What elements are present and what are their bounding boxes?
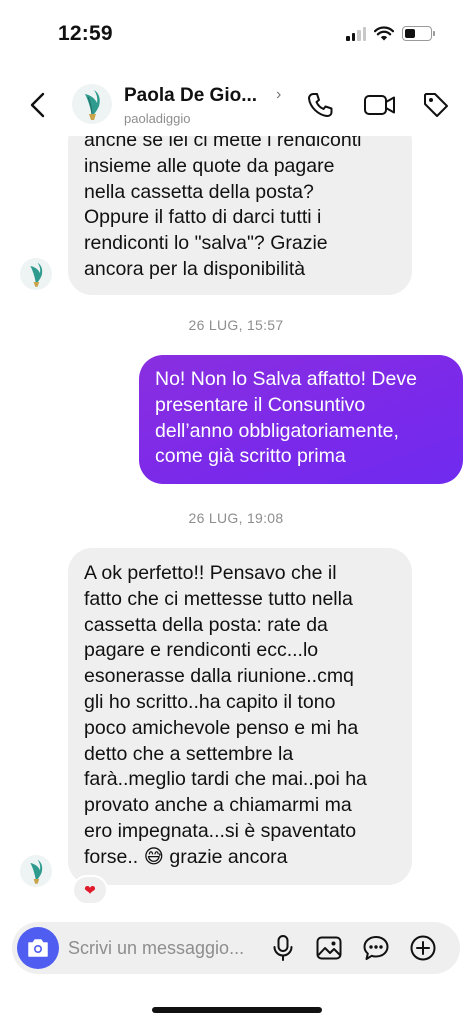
message-line: insieme alle quote da pagare: [84, 154, 335, 177]
battery-icon: [402, 26, 435, 41]
status-bar: 12:59: [0, 0, 472, 62]
message-line: anche se lei ci mette i rendiconti: [84, 136, 362, 151]
microphone-icon: [273, 935, 293, 961]
message-thread[interactable]: anche se lei ci mette i rendiconti insie…: [0, 136, 472, 916]
sender-avatar[interactable]: [20, 258, 52, 290]
message-line: come già scritto prima: [155, 445, 346, 468]
sender-avatar[interactable]: [20, 855, 52, 887]
message-line: forse.. 😅 grazie ancora: [84, 845, 288, 868]
wifi-icon: [374, 26, 394, 41]
tag-icon: [424, 93, 448, 117]
cellular-signal-icon: [346, 26, 366, 41]
message-line: cassetta della posta: rate da: [84, 613, 328, 636]
message-line: esonerasse dalla riunione..cmq: [84, 665, 354, 688]
message-line: Oppure il fatto di darci tutti i: [84, 206, 322, 229]
feather-logo-icon: [30, 262, 43, 287]
incoming-message-bubble[interactable]: A ok perfetto!! Pensavo che il fatto che…: [68, 548, 412, 885]
video-camera-icon: [364, 95, 395, 115]
message-line: A ok perfetto!! Pensavo che il: [84, 562, 337, 584]
sticker-button[interactable]: [361, 933, 391, 963]
phone-icon: [308, 93, 333, 117]
message-line: pagare e rendiconti ecc...lo: [84, 639, 319, 662]
message-line: farà..meglio tardi che mai..poi ha: [84, 768, 367, 791]
message-line: ancora per la disponibilità: [84, 257, 306, 280]
gallery-button[interactable]: [314, 933, 344, 963]
message-timestamp: 26 LUG, 15:57: [188, 317, 284, 333]
message-timestamp: 26 LUG, 19:08: [188, 510, 284, 526]
chevron-right-icon[interactable]: ›: [276, 86, 281, 104]
home-indicator[interactable]: [152, 1007, 322, 1013]
message-input[interactable]: [68, 934, 268, 962]
message-line: nella cassetta della posta?: [84, 180, 314, 203]
feather-logo-icon: [85, 90, 100, 120]
message-line: provato anche a chiamarmi ma: [84, 794, 352, 817]
message-line: fatto che ci mettesse tutto nella: [84, 587, 353, 610]
add-attachment-button[interactable]: [408, 933, 438, 963]
chat-header: Paola De Gio... › paoladiggio: [0, 72, 472, 136]
gallery-icon: [316, 936, 342, 960]
contact-avatar[interactable]: [72, 84, 112, 124]
message-line: detto che a settembre la: [84, 742, 294, 765]
voice-call-button[interactable]: [304, 89, 336, 121]
plus-icon: [410, 935, 436, 961]
message-composer: [12, 922, 460, 974]
message-line: rendiconti lo "salva"? Grazie: [84, 232, 328, 255]
message-line: poco amichevole penso e mi ha: [84, 716, 359, 739]
message-line: gli ho scritto..ha capito il tono: [84, 690, 336, 713]
back-button[interactable]: [26, 90, 52, 120]
heart-reaction[interactable]: ❤: [72, 875, 108, 905]
contact-username: paoladiggio: [124, 111, 191, 126]
heart-icon: ❤: [84, 881, 96, 898]
incoming-message-bubble[interactable]: anche se lei ci mette i rendiconti insie…: [68, 136, 412, 295]
label-tag-button[interactable]: [420, 89, 452, 121]
status-time: 12:59: [58, 22, 113, 45]
video-call-button[interactable]: [362, 89, 398, 121]
back-arrow-icon: [30, 92, 45, 118]
message-line: ero impegnata...si è spaventato: [84, 819, 357, 842]
camera-icon: [28, 939, 48, 957]
outgoing-message-bubble[interactable]: No! Non lo Salva affatto! Deve presentar…: [139, 355, 463, 485]
status-icons: [346, 26, 435, 41]
voice-message-button[interactable]: [268, 933, 298, 963]
sticker-icon: [363, 936, 389, 960]
contact-name[interactable]: Paola De Gio...: [124, 85, 257, 107]
message-line: No! Non lo Salva affatto! Deve: [155, 368, 417, 390]
camera-button[interactable]: [17, 927, 59, 969]
message-line: dell’anno obbligatoriamente,: [155, 419, 399, 442]
message-line: presentare il Consuntivo: [155, 393, 366, 416]
feather-logo-icon: [30, 859, 43, 884]
